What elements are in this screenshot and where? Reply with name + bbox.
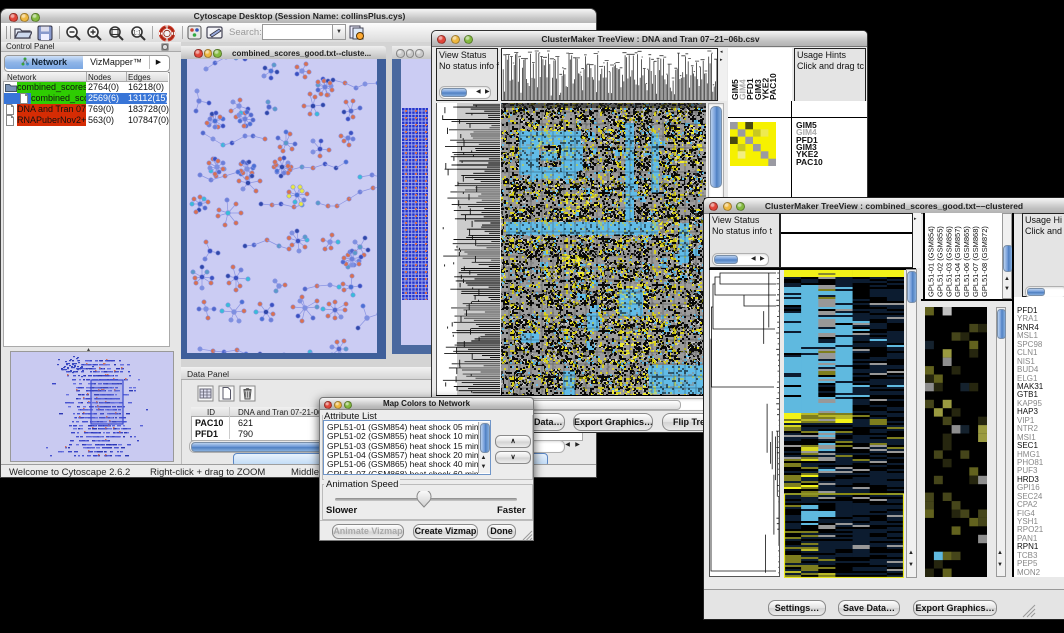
svg-text:1:1: 1:1	[133, 31, 142, 37]
svg-text:GPL51-07 (GSM868): GPL51-07 (GSM868)	[971, 226, 980, 297]
svg-text:PAC10: PAC10	[768, 73, 778, 100]
svg-text:GPL51-08 (GSM872): GPL51-08 (GSM872)	[980, 226, 989, 297]
svg-text:GPL51-04 (GSM857): GPL51-04 (GSM857)	[953, 226, 962, 297]
svg-text:GPL51-03 (GSM856): GPL51-03 (GSM856)	[944, 226, 953, 297]
svg-text:GPL51-06 (GSM865): GPL51-06 (GSM865)	[962, 226, 971, 297]
svg-text:GPL51-01 (GSM854): GPL51-01 (GSM854)	[927, 226, 936, 297]
svg-text:GPL51-02 (GSM855): GPL51-02 (GSM855)	[935, 226, 944, 297]
